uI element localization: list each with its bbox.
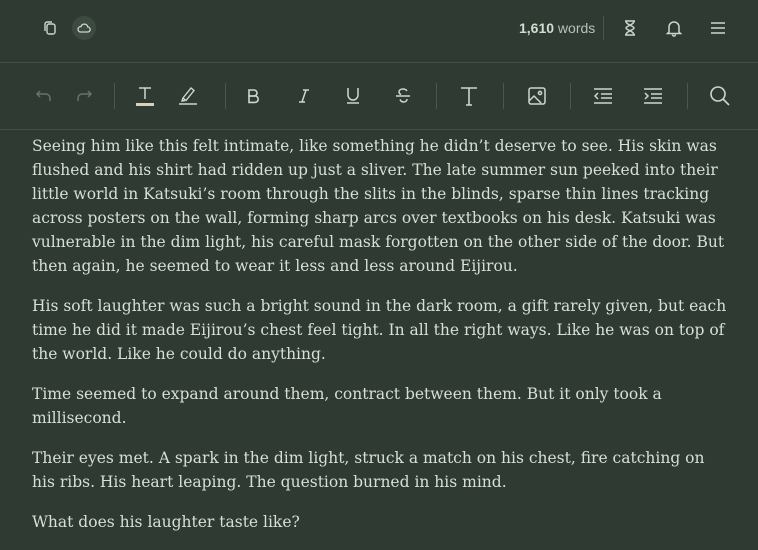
paragraph: Seeing him like this felt intimate, like…	[32, 137, 725, 275]
toolbar-separator	[114, 83, 115, 109]
paragraph: Time seemed to expand around them, contr…	[32, 385, 662, 427]
toolbar-separator	[503, 83, 504, 109]
menu-icon[interactable]	[706, 16, 730, 40]
toolbar-separator	[570, 83, 571, 109]
undo-icon[interactable]	[31, 83, 57, 109]
toolbar-separator	[225, 83, 226, 109]
paragraph: His soft laughter was such a bright soun…	[32, 297, 727, 363]
document-editor[interactable]: Seeing him like this felt intimate, like…	[32, 134, 732, 550]
word-count-number: 1,610	[519, 20, 555, 36]
highlight-icon[interactable]	[175, 83, 201, 109]
image-icon[interactable]	[524, 83, 550, 109]
toolbar-separator	[687, 83, 688, 109]
paragraph: Their eyes met. A spark in the dim light…	[32, 449, 705, 491]
text-size-icon[interactable]	[456, 83, 482, 109]
word-count-label: words	[554, 20, 596, 36]
toolbar-divider	[0, 129, 758, 130]
redo-icon[interactable]	[71, 83, 97, 109]
toolbar-separator	[436, 83, 437, 109]
indent-icon[interactable]	[640, 83, 666, 109]
strikethrough-icon[interactable]	[390, 83, 416, 109]
top-bar: 1,610 words	[0, 0, 758, 62]
outdent-icon[interactable]	[590, 83, 616, 109]
search-icon[interactable]	[707, 83, 733, 109]
cloud-icon[interactable]	[72, 16, 96, 40]
word-count: 1,610 words	[519, 20, 595, 36]
hourglass-icon[interactable]	[618, 16, 642, 40]
underline-icon[interactable]	[340, 83, 366, 109]
copy-icon[interactable]	[38, 16, 62, 40]
top-bar-left	[38, 16, 96, 40]
italic-icon[interactable]	[291, 83, 317, 109]
top-separator	[603, 16, 604, 40]
bold-icon[interactable]	[240, 83, 266, 109]
text-color-icon[interactable]	[132, 83, 158, 109]
formatting-toolbar	[0, 63, 758, 129]
paragraph: What does his laughter taste like?	[32, 513, 300, 531]
bell-icon[interactable]	[662, 16, 686, 40]
